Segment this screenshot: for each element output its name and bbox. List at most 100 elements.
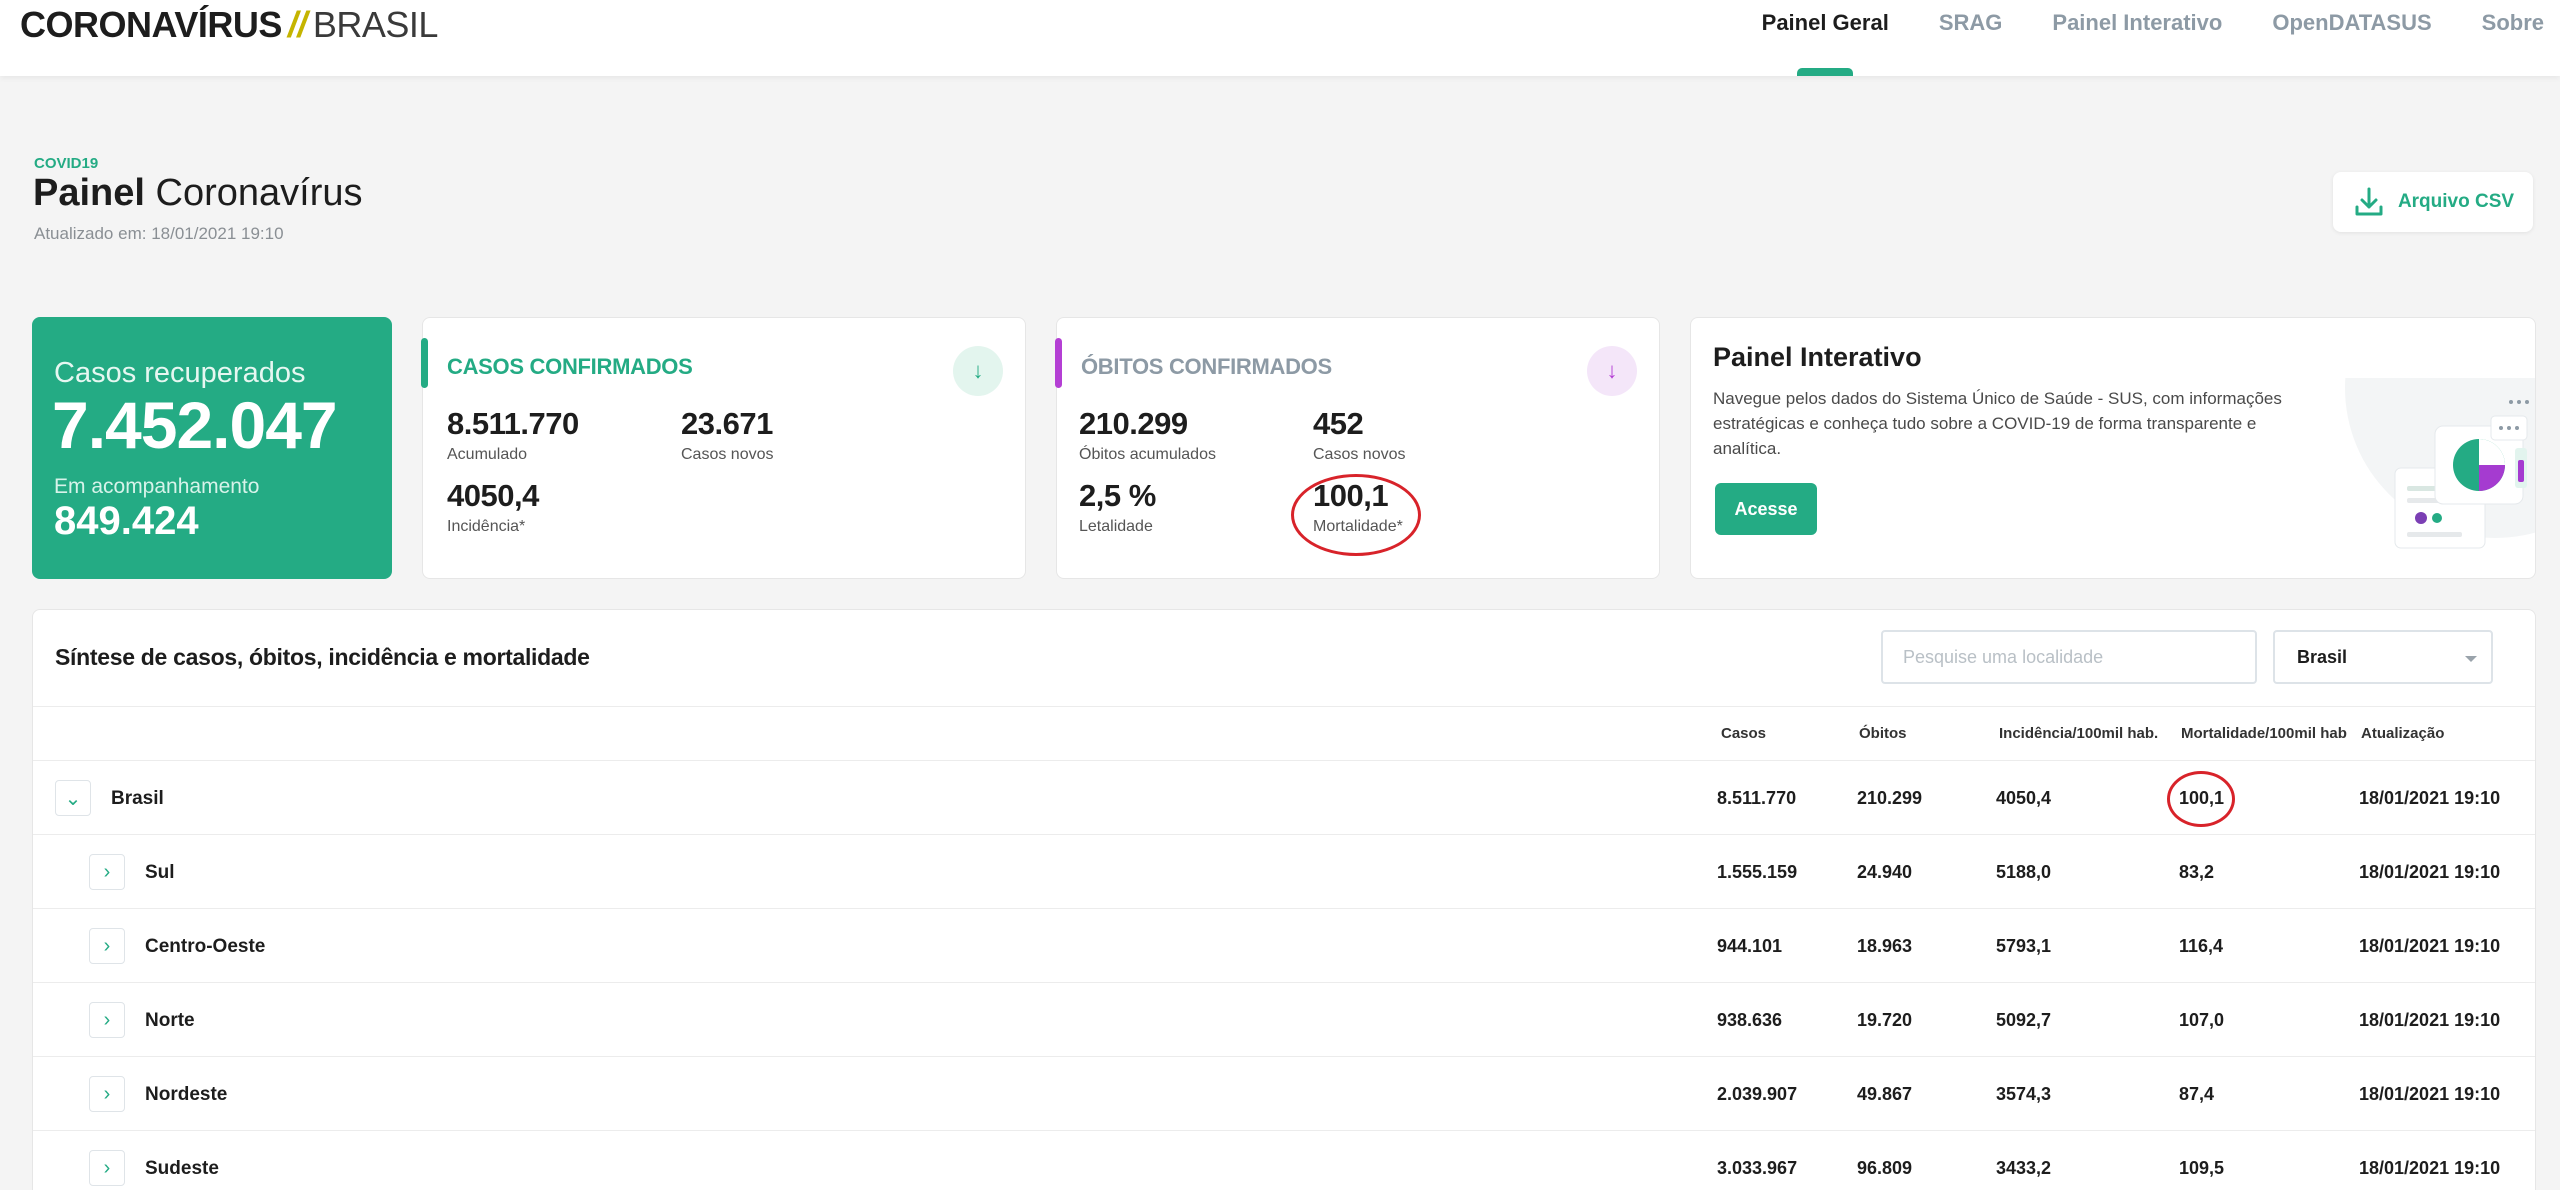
interactive-panel-card: Painel Interativo Navegue pelos dados do…: [1690, 317, 2536, 579]
location-select[interactable]: Brasil: [2273, 630, 2493, 684]
row-incidence: 5092,7: [1996, 1010, 2052, 1030]
confirmed-expand-button[interactable]: ↓: [953, 346, 1003, 396]
row-incidence: 5793,1: [1996, 936, 2052, 956]
row-mortality: 100,1: [2179, 788, 2225, 808]
monitoring-value: 849.424: [54, 499, 199, 543]
deaths-new-value: 452: [1313, 406, 1364, 441]
row-updated: 18/01/2021 19:10: [2359, 1010, 2501, 1030]
deaths-accumulated-label: Óbitos acumulados: [1079, 446, 1216, 463]
page-title: Painel Coronavírus: [33, 172, 363, 215]
table-row: › Norte 938.636 19.720 5092,7 107,0 18/0…: [33, 983, 2535, 1057]
monitoring-label: Em acompanhamento: [54, 475, 260, 498]
chevron-right-icon[interactable]: ›: [89, 928, 125, 964]
nav-sobre[interactable]: Sobre: [2482, 10, 2544, 76]
confirmed-accumulated-value: 8.511.770: [447, 406, 579, 441]
access-button[interactable]: Acesse: [1715, 483, 1817, 535]
row-cases: 938.636: [1717, 1010, 1783, 1030]
confirmed-cases-card: CASOS CONFIRMADOS ↓ 8.511.770 Acumulado …: [421, 317, 1026, 579]
interactive-title: Painel Interativo: [1713, 342, 1922, 372]
row-mortality: 87,4: [2179, 1084, 2215, 1104]
deaths-lethality: 2,5 % Letalidade: [1079, 478, 1156, 536]
row-cases: 8.511.770: [1717, 788, 1797, 808]
page-title-rest: Coronavírus: [155, 172, 363, 214]
row-cases: 944.101: [1717, 936, 1783, 956]
table-row: ⌄ Brasil 8.511.770 210.299 4050,4 100,1 …: [33, 761, 2535, 835]
recovered-card: Casos recuperados 7.452.047 Em acompanha…: [32, 317, 392, 579]
header-incidence[interactable]: Incidência/100mil hab.: [1999, 725, 2158, 742]
confirmed-incidence: 4050,4 Incidência*: [447, 478, 539, 536]
confirmed-accent-bar: [421, 338, 428, 388]
row-name: Nordeste: [145, 1084, 228, 1105]
chevron-down-icon: [2465, 656, 2477, 662]
confirmed-accumulated: 8.511.770 Acumulado: [447, 406, 579, 464]
covid-tag: COVID19: [34, 155, 99, 172]
row-cases: 1.555.159: [1717, 862, 1798, 882]
row-mortality: 83,2: [2179, 862, 2215, 882]
table-row: › Sul 1.555.159 24.940 5188,0 83,2 18/01…: [33, 835, 2535, 909]
chevron-right-icon[interactable]: ›: [89, 1002, 125, 1038]
row-mortality: 107,0: [2179, 1010, 2225, 1030]
chevron-right-icon[interactable]: ›: [89, 1150, 125, 1186]
chevron-down-icon[interactable]: ⌄: [55, 780, 91, 816]
row-deaths: 49.867: [1857, 1084, 1913, 1104]
logo-main: CORONAVÍRUS: [20, 4, 282, 45]
deaths-title: ÓBITOS CONFIRMADOS: [1081, 354, 1332, 379]
download-icon: [2355, 187, 2383, 216]
nav-srag[interactable]: SRAG: [1939, 10, 2003, 76]
deaths-expand-button[interactable]: ↓: [1587, 346, 1637, 396]
header-updated[interactable]: Atualização: [2361, 725, 2444, 742]
confirmed-new: 23.671 Casos novos: [681, 406, 774, 464]
updated-value: 18/01/2021 19:10: [151, 224, 284, 243]
row-name: Sul: [145, 862, 175, 883]
row-updated: 18/01/2021 19:10: [2359, 1084, 2501, 1104]
chevron-right-icon[interactable]: ›: [89, 1076, 125, 1112]
row-name: Centro-Oeste: [145, 936, 266, 957]
row-mortality: 116,4: [2179, 936, 2224, 956]
row-deaths: 210.299: [1857, 788, 1923, 808]
deaths-accumulated-value: 210.299: [1079, 406, 1188, 441]
deaths-mortality-value: 100,1: [1313, 478, 1389, 513]
row-cases: 2.039.907: [1717, 1084, 1798, 1104]
nav-painel-interativo[interactable]: Painel Interativo: [2052, 10, 2222, 76]
nav-opendatasus[interactable]: OpenDATASUS: [2272, 10, 2431, 76]
confirmed-accumulated-label: Acumulado: [447, 446, 528, 463]
nav-painel-geral[interactable]: Painel Geral: [1762, 10, 1889, 76]
chevron-right-icon[interactable]: ›: [89, 854, 125, 890]
download-csv-label: Arquivo CSV: [2397, 191, 2515, 212]
row-updated: 18/01/2021 19:10: [2359, 1158, 2501, 1178]
row-name: Brasil: [111, 788, 164, 809]
download-csv-button[interactable]: Arquivo CSV: [2333, 172, 2533, 232]
row-deaths: 24.940: [1857, 862, 1913, 882]
row-cases: 3.033.967: [1717, 1158, 1798, 1178]
row-name: Norte: [145, 1010, 195, 1031]
header-cases[interactable]: Casos: [1721, 725, 1766, 742]
summary-table-card: Síntese de casos, óbitos, incidência e m…: [32, 609, 2536, 1190]
confirmed-incidence-value: 4050,4: [447, 478, 539, 513]
site-logo[interactable]: CORONAVÍRUS//BRASIL: [20, 4, 438, 46]
table-title: Síntese de casos, óbitos, incidência e m…: [55, 644, 590, 670]
row-updated: 18/01/2021 19:10: [2359, 936, 2501, 956]
deaths-card: ÓBITOS CONFIRMADOS ↓ 210.299 Óbitos acum…: [1055, 317, 1660, 579]
deaths-mortality: 100,1 Mortalidade*: [1313, 478, 1403, 536]
top-navigation-bar: CORONAVÍRUS//BRASIL Painel Geral SRAG Pa…: [0, 0, 2560, 76]
recovered-value: 7.452.047: [52, 388, 338, 462]
row-deaths: 18.963: [1857, 936, 1913, 956]
header-mortality[interactable]: Mortalidade/100mil hab: [2181, 725, 2347, 742]
table-header: Casos Óbitos Incidência/100mil hab. Mort…: [33, 706, 2535, 761]
header-deaths[interactable]: Óbitos: [1859, 725, 1907, 742]
arrow-down-icon: ↓: [972, 358, 984, 383]
row-incidence: 4050,4: [1996, 788, 2052, 808]
recovered-label: Casos recuperados: [54, 357, 306, 389]
row-updated: 18/01/2021 19:10: [2359, 862, 2501, 882]
row-deaths: 19.720: [1857, 1010, 1913, 1030]
main-nav: Painel Geral SRAG Painel Interativo Open…: [1762, 10, 2544, 76]
arrow-down-icon: ↓: [1606, 358, 1618, 383]
updated-label: Atualizado em:: [34, 224, 147, 243]
location-search-input[interactable]: [1881, 630, 2257, 684]
deaths-accent-bar: [1055, 338, 1062, 388]
deaths-lethality-label: Letalidade: [1079, 518, 1153, 535]
row-incidence: 3433,2: [1996, 1158, 2052, 1178]
updated-info: Atualizado em: 18/01/2021 19:10: [34, 224, 284, 244]
row-updated: 18/01/2021 19:10: [2359, 788, 2501, 808]
row-deaths: 96.809: [1857, 1158, 1913, 1178]
